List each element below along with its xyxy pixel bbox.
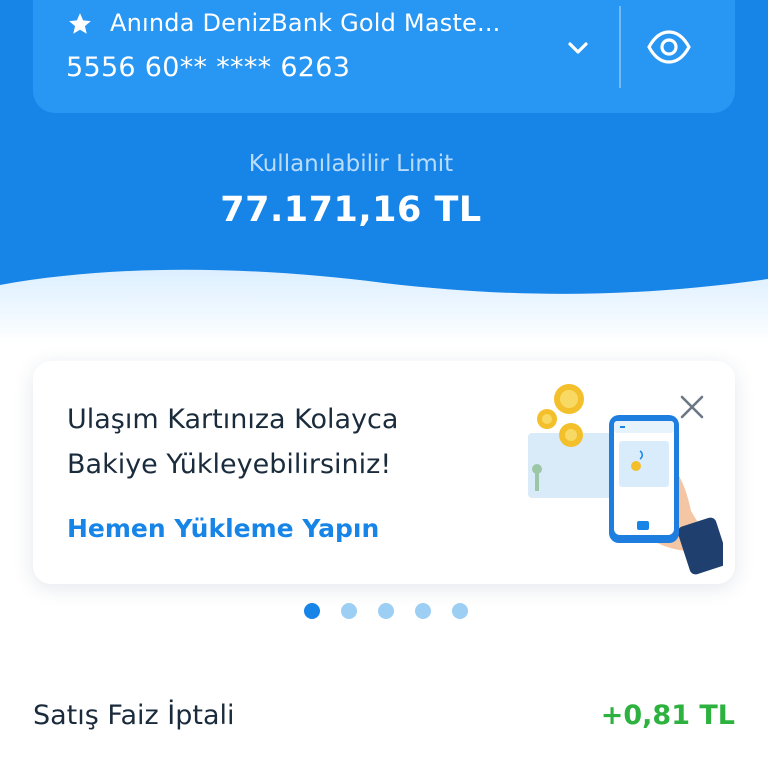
promo-title: Ulaşım Kartınıza Kolayca Bakiye Yükleyeb… <box>67 404 399 480</box>
chevron-down-icon[interactable] <box>560 30 596 66</box>
carousel-dot-2[interactable] <box>341 603 357 619</box>
carousel-dot-5[interactable] <box>452 603 468 619</box>
eye-icon[interactable] <box>645 26 693 68</box>
carousel-dot-4[interactable] <box>415 603 431 619</box>
promo-banner[interactable]: Ulaşım Kartınıza Kolayca Bakiye Yükleyeb… <box>33 361 735 584</box>
star-icon <box>69 13 91 34</box>
available-limit-label: Kullanılabilir Limit <box>248 151 454 177</box>
carousel-dot-3[interactable] <box>378 603 394 619</box>
card-divider <box>619 6 621 88</box>
card-number: 5556 60** **** 6263 <box>66 52 351 83</box>
transaction-title[interactable]: Satış Faiz İptali <box>33 700 235 731</box>
wave-divider <box>0 269 768 345</box>
transaction-amount: +0,81 TL <box>600 700 735 731</box>
available-limit-value: 77.171,16 TL <box>220 190 482 230</box>
carousel-dot-1[interactable] <box>304 603 320 619</box>
carousel-indicator <box>304 603 468 619</box>
phone-payment-illustration <box>528 384 723 575</box>
card-name: Anında DenizBank Gold Maste... <box>110 9 501 37</box>
promo-link[interactable]: Hemen Yükleme Yapın <box>67 514 379 543</box>
